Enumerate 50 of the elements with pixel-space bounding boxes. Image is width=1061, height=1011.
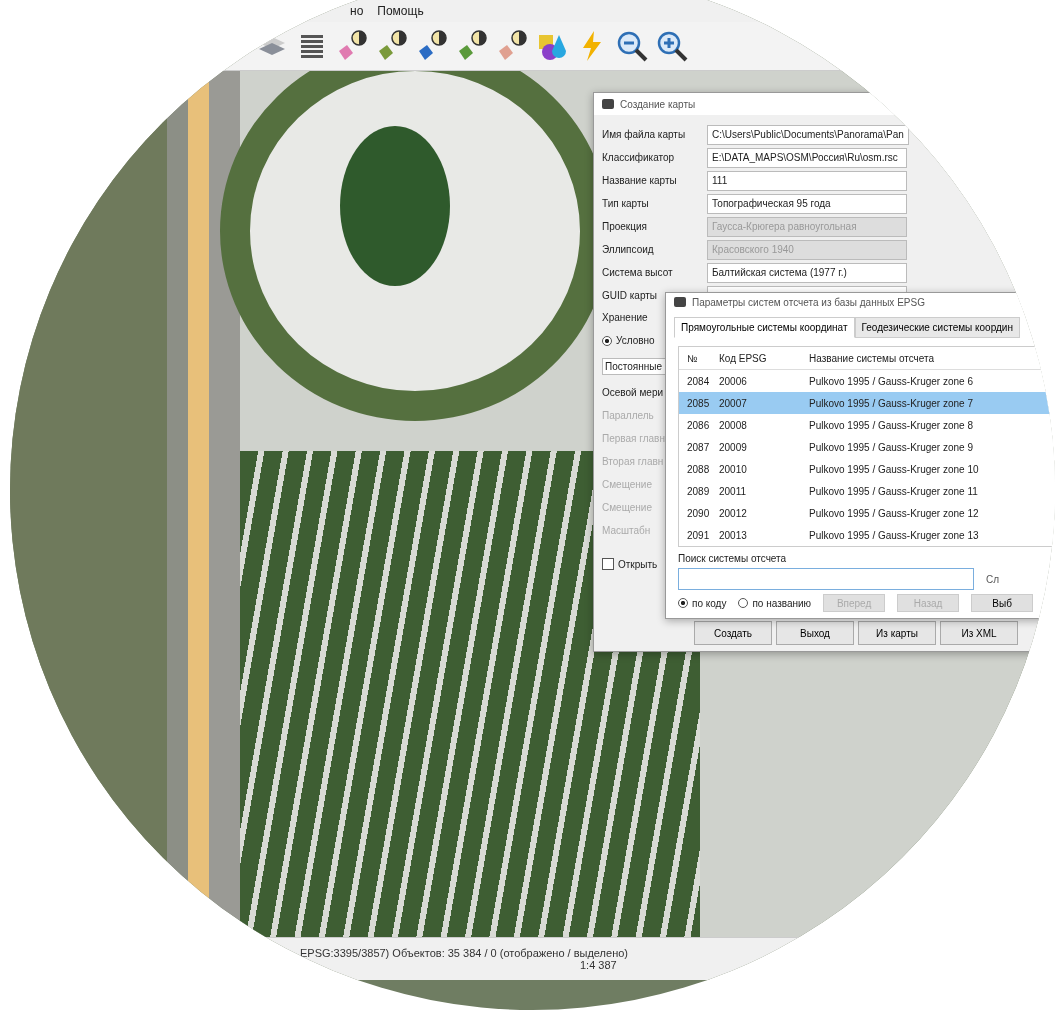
checkbox-label: Открыть <box>618 558 658 570</box>
field-label: GUID карты <box>602 289 658 303</box>
parameter-label: Параллель <box>602 410 655 421</box>
parameter-label: Осевой мери <box>602 387 665 398</box>
table-cell-text: Pulkovo 1995 / Gauss-Kruger zone 12 <box>809 507 980 519</box>
parameter-label: Вторая главн <box>602 456 665 467</box>
table-cell-text: 2091 <box>687 529 711 541</box>
table-cell-text: Pulkovo 1995 / Gauss-Kruger zone 7 <box>809 397 974 409</box>
parameter-label: Масштабн <box>602 525 652 536</box>
status-text: EPSG:3395/3857) Объектов: 35 384 / 0 (отображено / выделено) <box>300 947 628 959</box>
table-cell-text: 20011 <box>719 485 748 497</box>
field-label: Эллипсоид <box>602 243 654 257</box>
group-label: Хранение <box>602 312 649 323</box>
field-label: Название карты <box>602 174 677 188</box>
table-cell-text: 20012 <box>719 507 748 519</box>
table-cell-text: 2086 <box>687 419 711 431</box>
table-cell-text: Pulkovo 1995 / Gauss-Kruger zone 13 <box>809 529 980 541</box>
field-label: Тип карты <box>602 197 649 211</box>
dialog-title: Создание карты <box>620 98 696 110</box>
table-cell-text: 20008 <box>719 419 748 431</box>
table-cell-text: 20013 <box>719 529 748 541</box>
table-cell-text: Pulkovo 1995 / Gauss-Kruger zone 9 <box>809 441 974 453</box>
table-cell-text: 2085 <box>687 397 711 409</box>
field-label: Система высот <box>602 266 673 280</box>
table-cell-text: 2088 <box>687 463 711 475</box>
dialog-title: Параметры систем отсчета из базы данных EPSG <box>692 296 925 308</box>
map-scale: 1:4 387 <box>580 959 617 971</box>
parameter-label: Смещение <box>602 479 653 490</box>
side-label: Сл <box>986 573 1000 585</box>
table-cell-text: 20009 <box>719 441 748 453</box>
search-label: Поиск системы отсчета <box>678 553 788 564</box>
radio-label: Условно <box>616 335 655 346</box>
parameter-label: Первая главн <box>602 433 666 444</box>
table-cell-text: 20006 <box>719 375 748 387</box>
table-cell-text: 20010 <box>719 463 748 475</box>
table-cell-text: 2084 <box>687 375 711 387</box>
table-cell-text: 2089 <box>687 485 711 497</box>
radio-label: по названию <box>752 597 812 609</box>
table-cell-text: Pulkovo 1995 / Gauss-Kruger zone 10 <box>809 463 980 475</box>
field-label: Имя файла карты <box>602 128 686 142</box>
parameter-label: Смещение <box>602 502 653 513</box>
field-label: Проекция <box>602 220 647 234</box>
table-cell-text: Pulkovo 1995 / Gauss-Kruger zone 6 <box>809 375 974 387</box>
table-cell-text: 20007 <box>719 397 748 409</box>
table-cell-text: Pulkovo 1995 / Gauss-Kruger zone 11 <box>809 485 979 497</box>
table-cell-text: 2090 <box>687 507 711 519</box>
table-cell-text: Pulkovo 1995 / Gauss-Kruger zone 8 <box>809 419 974 431</box>
radio-label: по коду <box>692 597 727 609</box>
table-cell-text: 2087 <box>687 441 711 453</box>
field-label: Классификатор <box>602 151 675 165</box>
